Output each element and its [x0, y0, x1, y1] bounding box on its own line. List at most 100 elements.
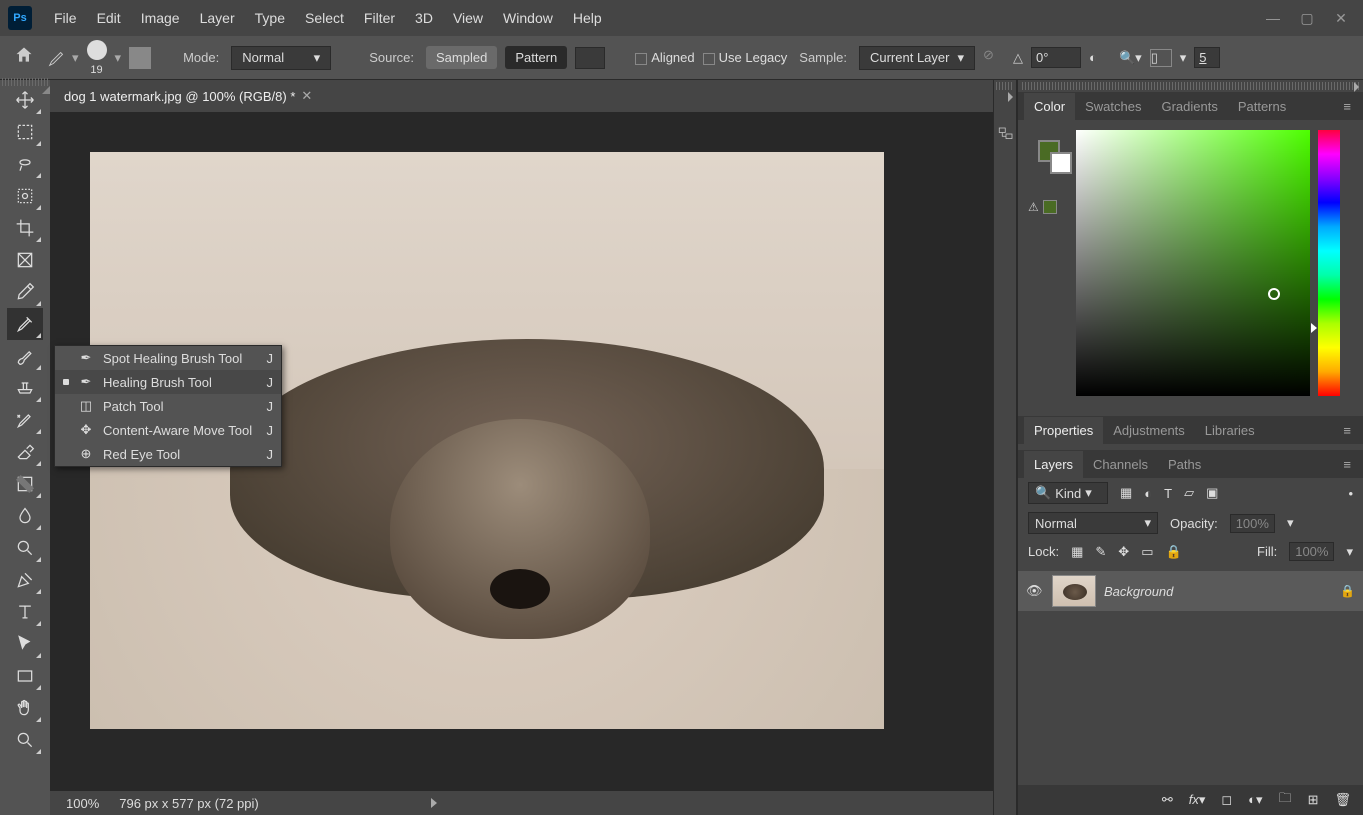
angle-input[interactable]: 0°	[1031, 47, 1081, 68]
group-icon[interactable]: 🗀	[1279, 789, 1292, 811]
filter-smart-icon[interactable]: ▣	[1206, 485, 1218, 501]
tab-swatches[interactable]: Swatches	[1075, 93, 1151, 120]
status-caret-icon[interactable]	[431, 798, 437, 808]
fill-input[interactable]: 100%	[1289, 542, 1334, 561]
dodge-tool[interactable]	[7, 532, 43, 564]
zoom-tool[interactable]	[7, 724, 43, 756]
lock-transparent-icon[interactable]: ▦	[1071, 544, 1083, 560]
history-panel-icon[interactable]	[994, 120, 1018, 148]
lasso-tool[interactable]	[7, 148, 43, 180]
quick-select-tool[interactable]	[7, 180, 43, 212]
layer-mask-icon[interactable]: ◻	[1221, 792, 1232, 808]
brush-preset-picker[interactable]: 19	[87, 40, 107, 76]
adjustment-layer-icon[interactable]: ◐▾	[1248, 792, 1262, 808]
menu-filter[interactable]: Filter	[354, 4, 405, 32]
frame-tool[interactable]	[7, 244, 43, 276]
unknown-field[interactable]: 5	[1194, 47, 1220, 68]
tool-preset-picker[interactable]: ▾	[46, 47, 79, 69]
layer-name[interactable]: Background	[1104, 584, 1173, 599]
path-select-tool[interactable]	[7, 628, 43, 660]
filter-toggle[interactable]: •	[1348, 486, 1353, 501]
menu-help[interactable]: Help	[563, 4, 612, 32]
use-legacy-checkbox[interactable]: Use Legacy	[703, 50, 788, 65]
layer-row-background[interactable]: 👁 Background 🔒	[1018, 571, 1363, 611]
link-layers-icon[interactable]: ⚯	[1162, 792, 1173, 808]
tab-color[interactable]: Color	[1024, 93, 1075, 120]
tab-layers[interactable]: Layers	[1024, 451, 1083, 478]
flyout-patch[interactable]: ◫ Patch ToolJ	[55, 394, 281, 418]
tab-patterns[interactable]: Patterns	[1228, 93, 1296, 120]
filter-type-icon[interactable]: T	[1164, 486, 1172, 501]
document-tab[interactable]: dog 1 watermark.jpg @ 100% (RGB/8) * ✕	[50, 80, 993, 112]
tab-channels[interactable]: Channels	[1083, 451, 1158, 478]
menu-3d[interactable]: 3D	[405, 4, 443, 32]
pattern-picker[interactable]	[575, 47, 605, 69]
tab-libraries[interactable]: Libraries	[1195, 417, 1265, 444]
workspace-switcher[interactable]: ▯	[1150, 49, 1172, 67]
search-icon[interactable]: 🔍▾	[1119, 50, 1142, 66]
source-sampled-button[interactable]: Sampled	[426, 46, 497, 69]
tab-properties[interactable]: Properties	[1024, 417, 1103, 444]
visibility-toggle[interactable]: 👁	[1026, 583, 1044, 599]
tab-adjustments[interactable]: Adjustments	[1103, 417, 1195, 444]
blend-mode-select[interactable]: Normal▾	[231, 46, 331, 70]
background-color[interactable]	[1050, 152, 1072, 174]
menu-edit[interactable]: Edit	[87, 4, 131, 32]
type-tool[interactable]	[7, 596, 43, 628]
menu-select[interactable]: Select	[295, 4, 354, 32]
menu-type[interactable]: Type	[245, 4, 295, 32]
color-field[interactable]	[1076, 130, 1310, 396]
pen-tool[interactable]	[7, 564, 43, 596]
new-layer-icon[interactable]: ⊞	[1308, 792, 1319, 808]
move-tool[interactable]	[7, 84, 43, 116]
flyout-content-aware-move[interactable]: ✥ Content-Aware Move ToolJ	[55, 418, 281, 442]
blend-mode-select[interactable]: Normal ▾	[1028, 512, 1158, 534]
panel-menu-icon[interactable]: ≡	[1337, 457, 1357, 472]
crop-tool[interactable]	[7, 212, 43, 244]
panel-menu-icon[interactable]: ≡	[1337, 99, 1357, 114]
clone-stamp-tool[interactable]	[7, 372, 43, 404]
layer-lock-icon[interactable]: 🔒	[1340, 584, 1355, 598]
menu-layer[interactable]: Layer	[190, 4, 245, 32]
flyout-red-eye[interactable]: ⊕ Red Eye ToolJ	[55, 442, 281, 466]
tab-paths[interactable]: Paths	[1158, 451, 1211, 478]
panel-handle[interactable]	[1022, 82, 1359, 90]
layer-style-icon[interactable]: fx▾	[1189, 792, 1206, 808]
menu-view[interactable]: View	[443, 4, 493, 32]
aligned-checkbox[interactable]: Aligned	[635, 50, 694, 65]
pressure-button[interactable]: ◐	[1089, 50, 1111, 65]
hue-slider[interactable]	[1318, 130, 1340, 396]
marquee-tool[interactable]	[7, 116, 43, 148]
menu-file[interactable]: File	[44, 4, 87, 32]
gradient-tool[interactable]	[7, 468, 43, 500]
lock-position-icon[interactable]: ✥	[1118, 544, 1129, 560]
lock-all-icon[interactable]: 🔒	[1165, 544, 1181, 560]
menu-window[interactable]: Window	[493, 4, 563, 32]
flyout-spot-healing[interactable]: ✒ Spot Healing Brush ToolJ	[55, 346, 281, 370]
lock-paint-icon[interactable]: ✎	[1095, 544, 1106, 560]
lock-artboard-icon[interactable]: ▭	[1141, 544, 1153, 560]
rectangle-tool[interactable]	[7, 660, 43, 692]
home-button[interactable]	[10, 41, 38, 74]
toolbar-expand-icon[interactable]	[42, 86, 50, 94]
window-close-button[interactable]: ✕	[1327, 8, 1355, 28]
flyout-healing-brush[interactable]: ✒ Healing Brush ToolJ	[55, 370, 281, 394]
trash-icon[interactable]: 🗑	[1334, 792, 1351, 808]
healing-brush-tool[interactable]	[7, 308, 43, 340]
filter-shape-icon[interactable]: ▱	[1184, 485, 1194, 501]
hand-tool[interactable]	[7, 692, 43, 724]
brush-tool[interactable]	[7, 340, 43, 372]
brush-settings-button[interactable]	[129, 47, 151, 69]
layer-filter-select[interactable]: 🔍 Kind ▾	[1028, 482, 1108, 504]
layer-thumbnail[interactable]	[1052, 575, 1096, 607]
eraser-tool[interactable]	[7, 436, 43, 468]
zoom-level[interactable]: 100%	[66, 796, 99, 811]
menu-image[interactable]: Image	[131, 4, 190, 32]
tab-gradients[interactable]: Gradients	[1151, 93, 1227, 120]
web-safe-swatch[interactable]	[1043, 200, 1057, 214]
sample-select[interactable]: Current Layer▾	[859, 46, 975, 70]
opacity-input[interactable]: 100%	[1230, 514, 1275, 533]
panel-menu-icon[interactable]: ≡	[1337, 423, 1357, 438]
window-maximize-button[interactable]: ▢	[1293, 8, 1321, 28]
blur-tool[interactable]	[7, 500, 43, 532]
